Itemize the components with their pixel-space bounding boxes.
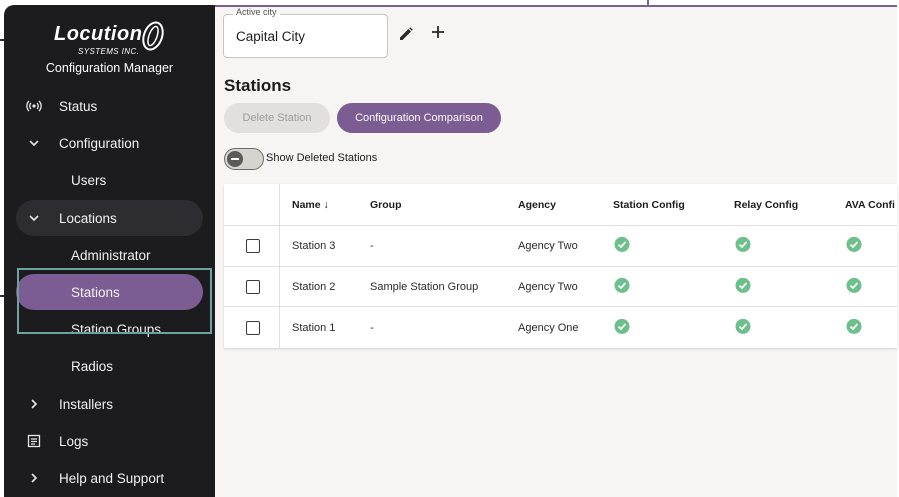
cell-name: Station 2 xyxy=(292,280,336,293)
active-city-field[interactable]: Active city Capital City xyxy=(223,7,388,58)
cell-agency: Agency Two xyxy=(518,280,578,293)
cell-agency: Agency Two xyxy=(518,240,578,252)
check-circle-icon xyxy=(846,318,862,334)
sidebar-item-radios[interactable]: Radios xyxy=(4,349,215,383)
sidebar-item-installers[interactable]: Installers xyxy=(4,387,215,421)
sidebar-item-administrator[interactable]: Administrator xyxy=(4,238,215,272)
column-header-agency[interactable]: Agency xyxy=(518,199,556,211)
check-circle-icon xyxy=(735,277,751,293)
active-city-label: Active city xyxy=(233,7,280,17)
sidebar-item-label: Administrator xyxy=(71,247,151,263)
cell-group: Sample Station Group xyxy=(370,280,479,293)
check-circle-icon xyxy=(614,318,630,334)
active-city-value: Capital City xyxy=(236,29,306,44)
check-circle-icon xyxy=(735,318,751,334)
sidebar-item-label: Users xyxy=(71,172,107,188)
table-row[interactable]: Station 3 - Agency Two xyxy=(224,226,897,267)
page-title: Stations xyxy=(224,76,292,95)
broadcast-icon xyxy=(26,98,42,114)
edit-city-button[interactable] xyxy=(397,25,415,43)
sidebar-item-label: Help and Support xyxy=(59,470,165,486)
column-header-ava-config[interactable]: AVA Confi xyxy=(845,199,895,211)
sidebar-item-status[interactable]: Status xyxy=(4,89,215,123)
row-checkbox[interactable] xyxy=(246,239,260,253)
cell-group: - xyxy=(370,240,374,252)
sidebar-item-logs[interactable]: Logs xyxy=(4,424,215,458)
chevron-right-icon xyxy=(26,396,42,412)
logo-subtitle: SYSTEMS INC. xyxy=(78,47,140,56)
row-checkbox[interactable] xyxy=(246,320,260,335)
check-circle-icon xyxy=(846,277,862,293)
main-content: Active city Capital City Stations Delete… xyxy=(215,7,897,497)
cell-name: Station 3 xyxy=(292,240,336,252)
column-header-name[interactable]: Name ↓ xyxy=(292,199,329,211)
configuration-comparison-button[interactable]: Configuration Comparison xyxy=(337,103,501,133)
cell-group: - xyxy=(370,321,374,334)
sidebar: Locution SYSTEMS INC. Configuration Mana… xyxy=(4,5,215,497)
sidebar-item-users[interactable]: Users xyxy=(4,163,215,197)
column-header-group[interactable]: Group xyxy=(370,199,402,211)
sidebar-item-label: Configuration xyxy=(59,135,140,151)
app-title: Configuration Manager xyxy=(45,61,174,75)
chevron-down-icon xyxy=(26,135,42,151)
check-circle-icon xyxy=(735,236,751,252)
check-circle-icon xyxy=(846,236,862,252)
sidebar-item-label: Installers xyxy=(59,396,114,412)
cell-name: Station 1 xyxy=(292,321,336,334)
add-city-button[interactable] xyxy=(428,22,448,42)
chevron-down-icon xyxy=(26,210,42,226)
show-deleted-label: Show Deleted Stations xyxy=(266,152,378,164)
toggle-knob xyxy=(227,151,243,167)
sort-arrow-down-icon: ↓ xyxy=(323,198,329,211)
table-row[interactable]: Station 2 Sample Station Group Agency Tw… xyxy=(224,267,897,307)
logo-wordmark: Locution xyxy=(54,23,143,45)
annotation-tick xyxy=(647,0,649,6)
sidebar-item-label: Status xyxy=(59,98,98,114)
sidebar-item-label: Radios xyxy=(71,358,114,374)
table-header-row: Name ↓ Group Agency Station Config Relay… xyxy=(224,184,897,226)
chevron-right-icon xyxy=(26,470,42,486)
table-row[interactable]: Station 1 - Agency One xyxy=(224,307,897,348)
logo-mark-icon xyxy=(142,21,164,51)
column-header-station-config[interactable]: Station Config xyxy=(613,199,685,211)
check-circle-icon xyxy=(614,236,630,252)
cell-agency: Agency One xyxy=(518,321,579,334)
sidebar-item-configuration[interactable]: Configuration xyxy=(4,126,215,160)
sidebar-item-label: Locations xyxy=(59,210,117,226)
sidebar-item-help-and-support[interactable]: Help and Support xyxy=(4,461,215,495)
pencil-icon xyxy=(400,27,413,40)
check-circle-icon xyxy=(614,277,630,293)
show-deleted-toggle[interactable] xyxy=(224,148,264,170)
sidebar-item-label: Logs xyxy=(59,433,89,449)
brand-logo: Locution SYSTEMS INC. xyxy=(54,21,174,61)
plus-icon xyxy=(432,26,444,38)
delete-station-button[interactable]: Delete Station xyxy=(224,103,330,133)
stations-table: Name ↓ Group Agency Station Config Relay… xyxy=(224,184,897,348)
row-checkbox[interactable] xyxy=(246,279,260,294)
document-icon xyxy=(26,433,42,449)
sidebar-item-locations[interactable]: Locations xyxy=(4,201,215,235)
annotation-highlight-box xyxy=(17,268,212,334)
column-header-relay-config[interactable]: Relay Config xyxy=(734,199,798,211)
